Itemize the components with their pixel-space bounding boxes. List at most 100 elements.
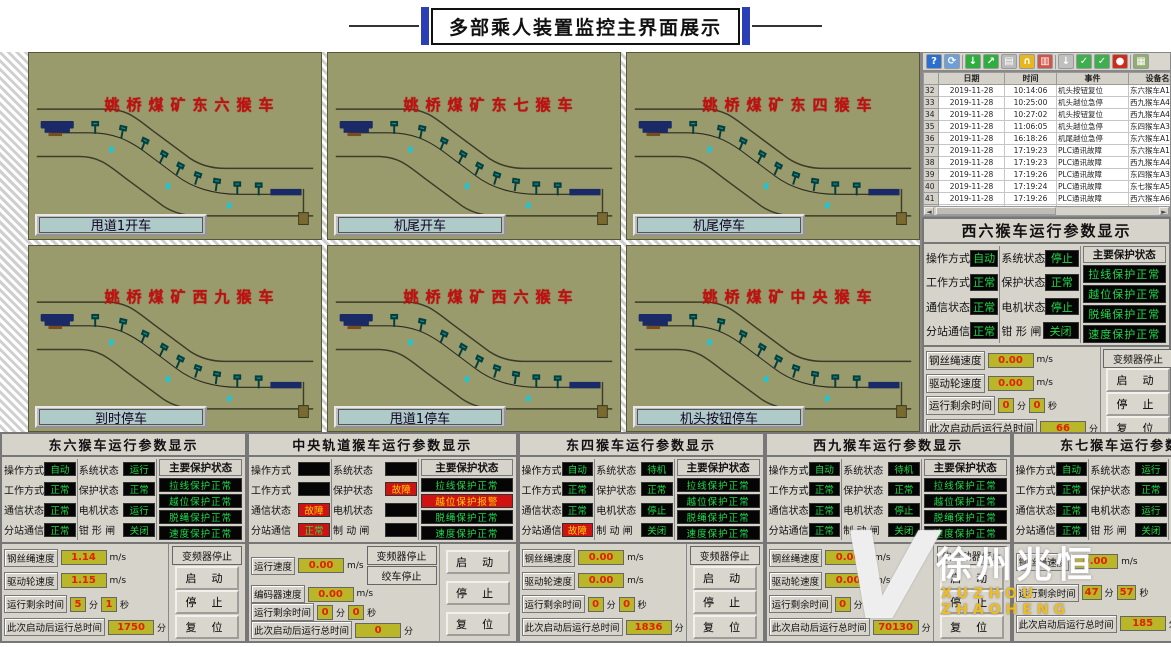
table-row[interactable]: 322019-11-2810:14:06机头按钮复位东六猴车A1 xyxy=(924,85,1171,97)
cell-num: 36 xyxy=(924,133,939,145)
scroll-thumb[interactable] xyxy=(936,207,1056,215)
confirm-table-icon[interactable]: ✓ xyxy=(1076,54,1092,69)
stop-button[interactable]: 停 止 xyxy=(693,590,757,614)
reset-button[interactable]: 复 位 xyxy=(175,615,239,639)
status-col-left: 操作方式自动工作方式正常通信状态正常分站通信故障 xyxy=(521,459,596,540)
monkey-car-map-panel: 姚桥煤矿东六猴车 甩道1开车 xyxy=(28,52,322,240)
stop-button[interactable]: 停 止 xyxy=(446,581,510,605)
table-row[interactable]: 412019-11-2817:19:26PLC通讯故障西六猴车A6 xyxy=(924,193,1171,205)
table-row[interactable]: 332019-11-2810:25:00机头越位急停西九猴车A4 xyxy=(924,97,1171,109)
export-icon[interactable]: ↗ xyxy=(983,54,999,69)
download-disabled-icon[interactable]: ↓ xyxy=(1058,54,1074,69)
status-value-indicator xyxy=(385,503,417,517)
drive-trolley-icon xyxy=(340,121,373,136)
event-table-hscrollbar[interactable]: ◄ ► xyxy=(923,206,1170,216)
lock-icon[interactable]: ∩ xyxy=(1019,54,1035,69)
report-icon[interactable]: ▦ xyxy=(1133,54,1149,69)
drive-status-indicator: 变频器停止 xyxy=(172,546,242,565)
cell-device: 东六猴车A1 xyxy=(1129,85,1171,97)
table-row[interactable]: 392019-11-2817:19:26PLC通讯故障东四猴车A3 xyxy=(924,169,1171,181)
status-label: 操作方式 xyxy=(769,462,809,477)
cell-date: 2019-11-28 xyxy=(939,157,1005,169)
control-buttons: 变频器停止启 动停 止复 位 xyxy=(169,544,245,641)
map-panel-title: 姚桥煤矿东七猴车 xyxy=(404,94,580,115)
cell-time: 10:27:02 xyxy=(1005,109,1057,121)
confirm-table2-icon[interactable]: ✓ xyxy=(1094,54,1110,69)
protection-header: 主要保护状态 xyxy=(1083,246,1166,263)
table-row[interactable]: 352019-11-2811:06:05机头越位急停东四猴车A3 xyxy=(924,121,1171,133)
copy-icon[interactable]: ▤ xyxy=(1001,54,1017,69)
status-label: 保护状态 xyxy=(333,482,373,497)
start-button[interactable]: 启 动 xyxy=(940,566,1004,590)
control-buttons: 软启动器停止启 动停 止复 位 xyxy=(934,544,1010,641)
param-panel-title: 东七猴车运行参数显示 xyxy=(1014,434,1171,457)
import-icon[interactable]: ↓ xyxy=(965,54,981,69)
cell-date: 2019-11-28 xyxy=(939,193,1005,205)
numeric-value: 1.14 xyxy=(61,550,107,565)
value-label: 编码器速度 xyxy=(251,585,305,603)
value-label: 钢丝绳速度 xyxy=(4,549,58,567)
protection-header: 主要保护状态 xyxy=(924,459,1007,476)
status-col-left: 操作方式自动工作方式正常通信状态正常分站通信正常 xyxy=(1015,459,1090,540)
drive-status-indicator: 绞车停止 xyxy=(367,566,437,585)
protection-indicator: 脱绳保护正常 xyxy=(1083,305,1166,323)
reset-button[interactable]: 复 位 xyxy=(940,615,1004,639)
status-label: 系统状态 xyxy=(1001,250,1045,266)
status-label: 电机状态 xyxy=(1090,502,1130,517)
value-row: 编码器速度0.00m/s xyxy=(251,585,437,603)
cell-event: 机尾越位急停 xyxy=(1057,133,1129,145)
cell-date: 2019-11-28 xyxy=(939,145,1005,157)
chair-icons xyxy=(109,338,233,402)
track-diagram xyxy=(29,246,321,432)
cell-date: 2019-11-28 xyxy=(939,169,1005,181)
chart-icon[interactable]: ▥ xyxy=(1037,54,1053,69)
status-label: 工作方式 xyxy=(251,482,291,497)
status-row: 操作方式自动 xyxy=(769,460,841,478)
status-label: 分站通信 xyxy=(926,323,970,339)
table-row[interactable]: 402019-11-2817:19:24PLC通讯故障东七猴车A5 xyxy=(924,181,1171,193)
table-row[interactable]: 382019-11-2817:19:23PLC通讯故障西九猴车A4 xyxy=(924,157,1171,169)
table-row[interactable]: 372019-11-2817:19:23PLC通讯故障东六猴车A1 xyxy=(924,145,1171,157)
monkey-car-map-panel: 姚桥煤矿东四猴车 机尾停车 xyxy=(626,52,920,240)
stop-button[interactable]: 停 止 xyxy=(175,590,239,614)
status-row: 工作方式正常 xyxy=(522,480,594,498)
start-button[interactable]: 启 动 xyxy=(693,566,757,590)
reset-button[interactable]: 复 位 xyxy=(693,615,757,639)
monkey-car-map-panel: 姚桥煤矿中央猴车 机头按钮停车 xyxy=(626,245,920,433)
cell-date: 2019-11-28 xyxy=(939,181,1005,193)
status-label: 工作方式 xyxy=(4,482,44,497)
emergency-stop-icon[interactable]: ● xyxy=(1112,54,1128,69)
value-unit: 分 xyxy=(675,621,684,634)
status-section: 操作方式自动工作方式正常通信状态正常分站通信正常系统状态运行保护状态正常电机状态… xyxy=(1014,457,1171,544)
drive-status-indicator: 软启动器停止 xyxy=(937,546,1007,565)
start-button[interactable]: 启 动 xyxy=(446,550,510,574)
status-label: 电机状态 xyxy=(333,502,373,517)
status-row: 电机状态 xyxy=(333,501,417,519)
value-row: 此次启动后运行总时间1836分 xyxy=(522,618,684,636)
reset-button[interactable]: 复 位 xyxy=(446,612,510,636)
status-row: 操作方式自动 xyxy=(926,247,998,270)
stop-button[interactable]: 停 止 xyxy=(940,590,1004,614)
start-button[interactable]: 启 动 xyxy=(175,566,239,590)
start-button[interactable]: 启 动 xyxy=(1106,368,1170,392)
protection-col: 主要保护状态拉线保护正常越位保护正常脱绳保护正常速度保护正常 xyxy=(675,459,762,540)
scroll-left-arrow[interactable]: ◄ xyxy=(924,207,934,215)
control-buttons: 变频器停止启 动停 止复 位 xyxy=(1101,347,1171,442)
cable-hangers xyxy=(92,315,261,388)
status-value-indicator: 关闭 xyxy=(123,523,155,537)
value-unit: m/s xyxy=(110,576,127,586)
status-value-indicator: 运行 xyxy=(1135,462,1167,476)
cell-num: 33 xyxy=(924,97,939,109)
minutes-unit: 分 xyxy=(1105,586,1114,599)
status-label: 分站通信 xyxy=(522,522,562,537)
stop-button[interactable]: 停 止 xyxy=(1106,392,1170,416)
table-row[interactable]: 362019-11-2816:18:26机尾越位急停东六猴车A1 xyxy=(924,133,1171,145)
status-label: 保护状态 xyxy=(596,482,636,497)
help-icon[interactable]: ? xyxy=(926,54,942,69)
scroll-right-arrow[interactable]: ► xyxy=(1159,207,1169,215)
table-row[interactable]: 342019-11-2810:27:02机头按钮复位西九猴车A4 xyxy=(924,109,1171,121)
value-rows: 运行速度0.00m/s变频器停止绞车停止编码器速度0.00m/s运行剩余时间0分… xyxy=(249,544,440,641)
value-label: 运行剩余时间 xyxy=(1016,584,1079,602)
monitor-refresh-icon[interactable]: ⟳ xyxy=(944,54,960,69)
value-label: 此次启动后运行总时间 xyxy=(522,618,623,636)
